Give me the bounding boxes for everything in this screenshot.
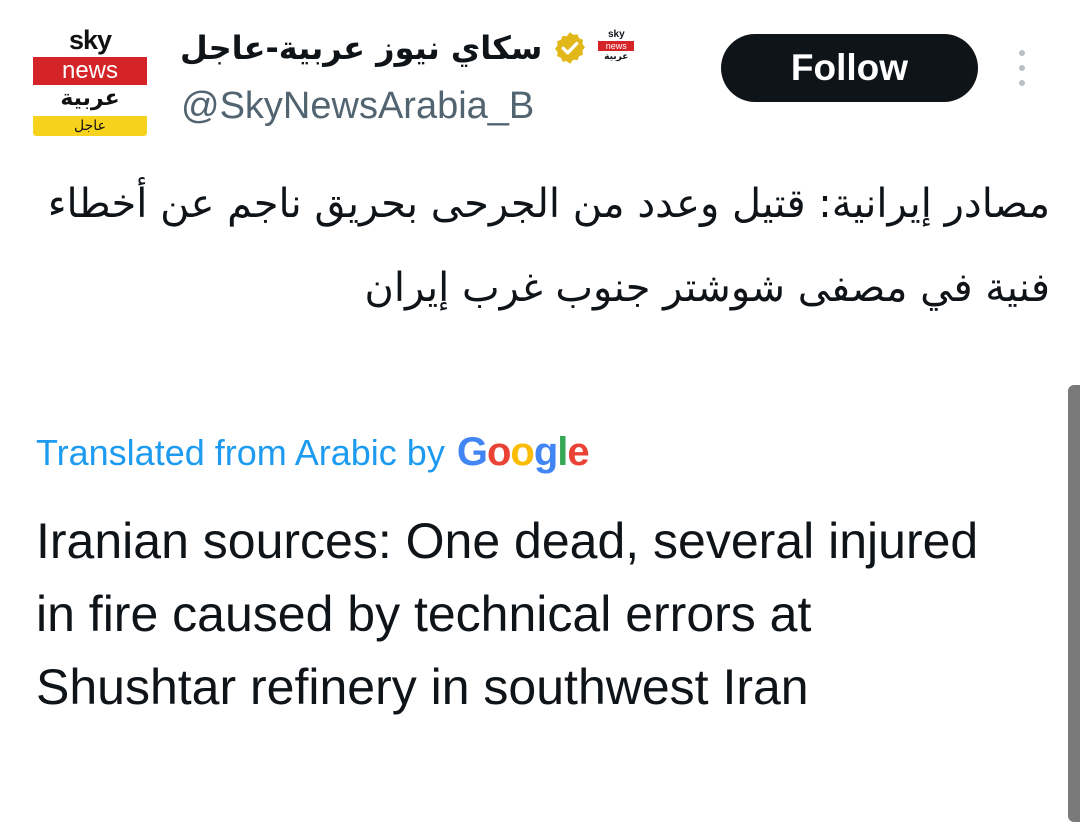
translated-label: Translated from Arabic by [36, 432, 445, 473]
post-translated-text: Iranian sources: One dead, several injur… [36, 513, 979, 715]
verified-badge-icon [555, 32, 586, 64]
translation-attribution[interactable]: Translated from Arabic by Google [36, 428, 590, 477]
follow-button[interactable]: Follow [721, 34, 978, 102]
display-name-row[interactable]: سكاي نيوز عربية-عاجل sky news عربية [180, 26, 635, 70]
scrollbar-thumb[interactable] [1068, 385, 1080, 822]
google-logo-icon: Google [456, 430, 590, 474]
avatar[interactable]: sky news عربية عاجل [33, 24, 147, 136]
avatar-urgent-text: عاجل [33, 116, 147, 136]
more-vertical-icon[interactable] [1010, 50, 1034, 86]
affiliate-logo-icon: sky news عربية [598, 29, 635, 67]
account-handle[interactable]: @SkyNewsArabia_B [181, 82, 534, 130]
avatar-news-text: news [33, 57, 147, 85]
post-original-text: مصادر إيرانية: قتيل وعدد من الجرحى بحريق… [47, 181, 1050, 311]
avatar-arabic-text: عربية [60, 86, 120, 111]
avatar-sky-text: sky [68, 25, 112, 55]
display-name[interactable]: سكاي نيوز عربية-عاجل [180, 29, 542, 67]
